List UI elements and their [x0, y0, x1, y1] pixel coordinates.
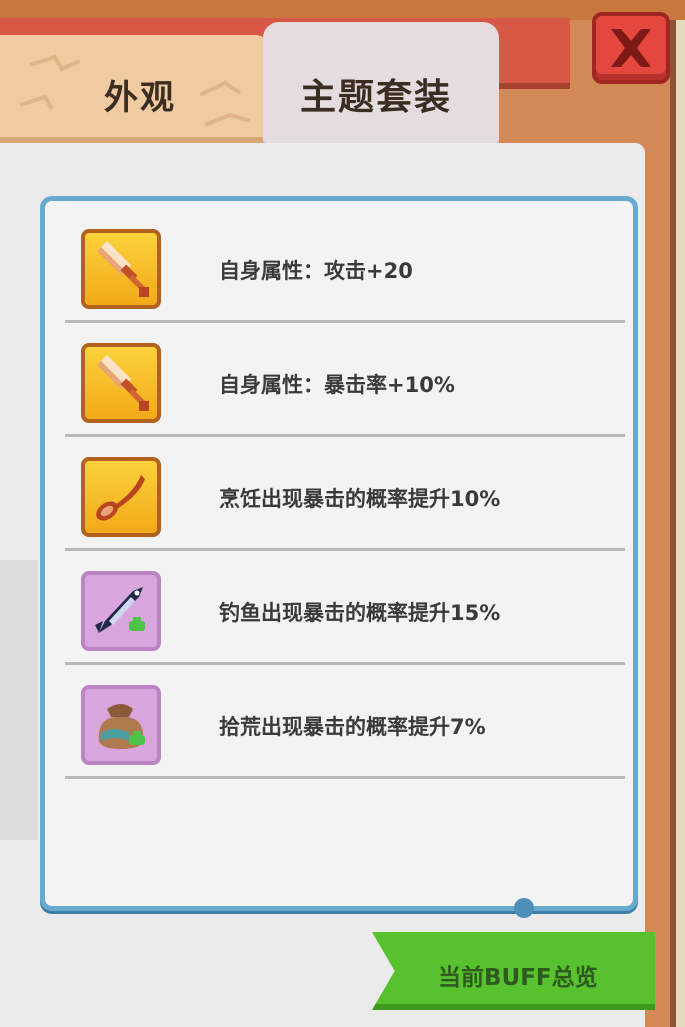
tab-theme-set-label: 主题套装	[300, 77, 453, 118]
close-button[interactable]	[592, 12, 670, 84]
close-icon	[611, 29, 651, 67]
list-item: 烹饪出现暴击的概率提升10%	[65, 437, 625, 551]
attribute-text: 自身属性：暴击率+10%	[219, 373, 455, 397]
list-item: 自身属性：攻击+20	[65, 209, 625, 323]
attribute-text: 自身属性：攻击+20	[219, 259, 413, 283]
scroll-handle[interactable]	[514, 898, 534, 918]
list-item: 自身属性：暴击率+10%	[65, 323, 625, 437]
buff-overview-label: 当前BUFF总览	[438, 965, 598, 991]
list-item: 拾荒出现暴击的概率提升7%	[65, 665, 625, 779]
attribute-text: 烹饪出现暴击的概率提升10%	[219, 487, 501, 511]
spoon-icon	[81, 457, 161, 537]
sword-icon	[81, 343, 161, 423]
attribute-list[interactable]: 自身属性：攻击+20 自身属性：暴击率+10% 烹饪出现暴击的概率提升10% 钓…	[40, 196, 638, 911]
background-silhouette	[0, 560, 38, 840]
tab-appearance-label: 外观	[104, 78, 176, 118]
sword-icon	[81, 229, 161, 309]
frame-top-edge	[0, 0, 685, 20]
sack-icon	[81, 685, 161, 765]
attribute-text: 钓鱼出现暴击的概率提升15%	[219, 601, 501, 625]
list-item: 钓鱼出现暴击的概率提升15%	[65, 551, 625, 665]
fish-icon	[81, 571, 161, 651]
attribute-text: 拾荒出现暴击的概率提升7%	[219, 715, 486, 739]
